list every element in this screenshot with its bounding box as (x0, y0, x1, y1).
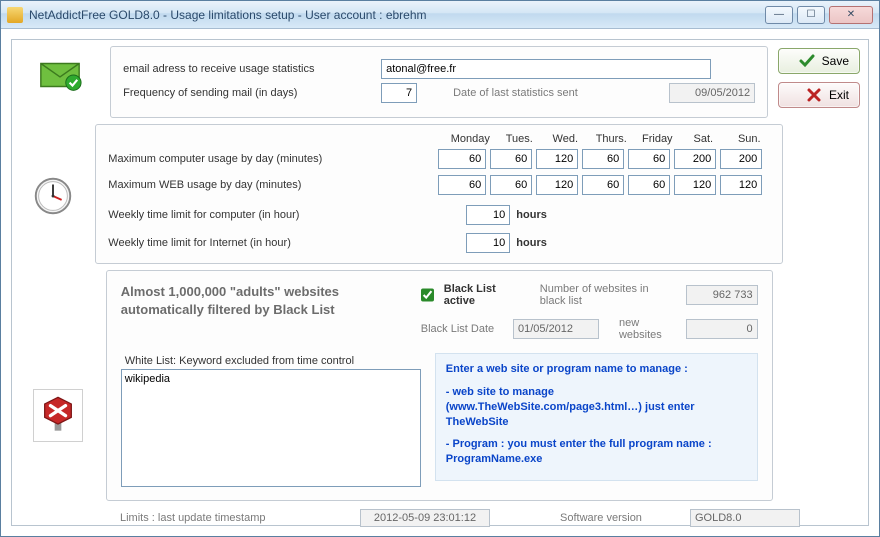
version-label: Software version (560, 512, 680, 524)
web-wed[interactable] (536, 175, 578, 195)
app-icon (7, 7, 23, 23)
blacklist-date-label: Black List Date (421, 323, 503, 335)
help-box: Enter a web site or program name to mana… (435, 353, 758, 481)
day-headers: Monday Tues. Wed. Thurs. Friday Sat. Sun… (446, 133, 770, 145)
frequency-input[interactable] (381, 83, 417, 103)
email-input[interactable] (381, 59, 711, 79)
web-thu[interactable] (582, 175, 624, 195)
minimize-button[interactable]: — (765, 6, 793, 24)
comp-thu[interactable] (582, 149, 624, 169)
x-icon (805, 86, 823, 104)
comp-sat[interactable] (674, 149, 716, 169)
hours-label-2: hours (516, 237, 547, 249)
blacklist-headline: Almost 1,000,000 "adults" websites autom… (121, 283, 421, 318)
whitelist-textarea[interactable] (121, 369, 421, 487)
comp-wed[interactable] (536, 149, 578, 169)
web-tue[interactable] (490, 175, 532, 195)
weekly-internet-label: Weekly time limit for Internet (in hour) (108, 237, 438, 249)
last-sent-label: Date of last statistics sent (453, 87, 653, 99)
max-web-label: Maximum WEB usage by day (minutes) (108, 179, 438, 191)
timestamp-value (360, 509, 490, 527)
web-fri[interactable] (628, 175, 670, 195)
time-limits-panel: Monday Tues. Wed. Thurs. Friday Sat. Sun… (95, 124, 783, 264)
stop-sign-icon (33, 389, 83, 442)
blacklist-count-label: Number of websites in black list (540, 283, 676, 307)
window-title: NetAddictFree GOLD8.0 - Usage limitation… (29, 8, 765, 22)
save-button[interactable]: Save (778, 48, 860, 74)
maximize-button[interactable]: ☐ (797, 6, 825, 24)
comp-mon[interactable] (438, 149, 486, 169)
save-label: Save (822, 54, 849, 68)
blacklist-panel: Almost 1,000,000 "adults" websites autom… (106, 270, 773, 501)
close-button[interactable]: ✕ (829, 6, 873, 24)
web-sun[interactable] (720, 175, 762, 195)
footer: Limits : last update timestamp Software … (20, 507, 860, 527)
comp-fri[interactable] (628, 149, 670, 169)
version-value (690, 509, 800, 527)
whitelist-label: White List: Keyword excluded from time c… (125, 355, 421, 367)
timestamp-label: Limits : last update timestamp (120, 512, 350, 524)
app-window: NetAddictFree GOLD8.0 - Usage limitation… (0, 0, 880, 537)
comp-sun[interactable] (720, 149, 762, 169)
weekly-computer-label: Weekly time limit for computer (in hour) (108, 209, 438, 221)
last-sent-date (669, 83, 755, 103)
email-panel: email adress to receive usage statistics… (110, 46, 768, 118)
email-label: email adress to receive usage statistics (123, 63, 373, 75)
content-frame: email adress to receive usage statistics… (11, 39, 869, 526)
check-icon (798, 52, 816, 70)
titlebar[interactable]: NetAddictFree GOLD8.0 - Usage limitation… (1, 1, 879, 29)
exit-button[interactable]: Exit (778, 82, 860, 108)
comp-tue[interactable] (490, 149, 532, 169)
new-websites-count (686, 319, 758, 339)
web-mon[interactable] (438, 175, 486, 195)
frequency-label: Frequency of sending mail (in days) (123, 87, 373, 99)
blacklist-date (513, 319, 599, 339)
blacklist-active-label: Black List active (444, 283, 520, 307)
weekly-computer-input[interactable] (466, 205, 510, 225)
web-sat[interactable] (674, 175, 716, 195)
clock-icon (30, 173, 76, 222)
new-websites-label: new websites (619, 317, 676, 341)
mail-icon (37, 52, 83, 101)
blacklist-count (686, 285, 758, 305)
blacklist-active-checkbox[interactable] (421, 288, 434, 302)
hours-label-1: hours (516, 209, 547, 221)
weekly-internet-input[interactable] (466, 233, 510, 253)
max-computer-label: Maximum computer usage by day (minutes) (108, 153, 438, 165)
exit-label: Exit (829, 88, 849, 102)
